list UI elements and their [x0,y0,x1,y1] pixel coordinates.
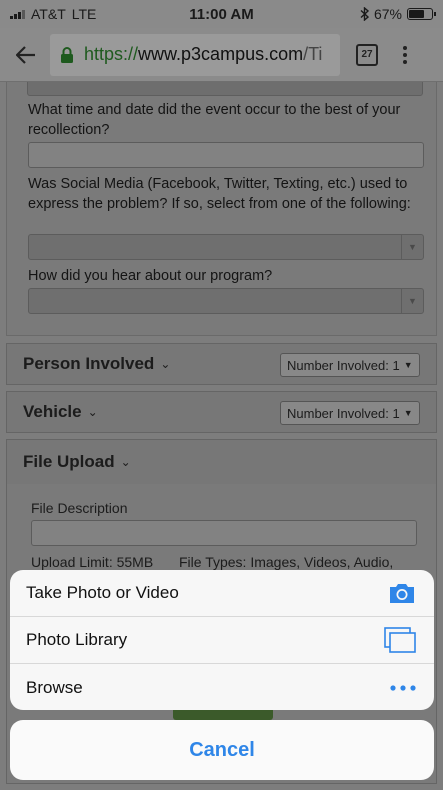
network-label: LTE [71,6,97,22]
count-label: Number Involved: 1 [287,405,400,421]
option-label: Browse [26,677,83,697]
hear-about-question: How did you hear about our program? [28,268,273,284]
vehicle-count-select[interactable]: Number Involved: 1 ▼ [280,401,420,425]
file-description-label: File Description [31,500,128,516]
option-label: Photo Library [26,630,128,649]
signal-icon [10,9,25,19]
chevron-down-icon: ⌄ [87,405,98,419]
url-scheme: https:// [84,44,139,64]
chevron-down-icon: ▼ [401,289,423,313]
status-bar: AT&T LTE 11:00 AM 67% [0,0,443,28]
hear-about-select[interactable]: ▼ [28,288,424,314]
lock-icon [61,46,73,63]
chevron-down-icon: ▼ [401,235,423,259]
section-person-involved[interactable]: Person Involved ⌄ Number Involved: 1 ▼ [6,343,437,385]
section-vehicle[interactable]: Vehicle ⌄ Number Involved: 1 ▼ [6,391,437,433]
section-title: Person Involved [23,354,155,373]
clock: 11:00 AM [189,5,254,23]
social-media-question: Was Social Media (Facebook, Twitter, Tex… [28,176,411,212]
bluetooth-icon [360,7,369,21]
previous-field[interactable] [27,82,423,96]
back-button[interactable] [10,39,42,71]
browser-toolbar: https:// www.p3campus.com /Ti 27 [0,28,443,82]
more-icon [390,684,416,691]
upload-types: File Types: Images, Videos, Audio, [179,554,394,570]
carrier-info: AT&T LTE [10,6,160,22]
url-host: www.p3campus.com [138,44,304,64]
chevron-down-icon: ⌄ [120,455,131,469]
address-bar[interactable]: https:// www.p3campus.com /Ti [50,33,340,76]
file-description-input[interactable] [31,520,417,546]
camera-icon [390,584,414,603]
chevron-down-icon: ⌄ [160,357,171,371]
cancel-button[interactable]: Cancel [10,720,434,780]
arrow-left-icon [16,45,35,64]
battery-icon [407,8,436,20]
browse-option[interactable]: Browse [10,664,434,710]
incident-form: What time and date did the event occur t… [6,82,437,336]
count-label: Number Involved: 1 [287,357,400,373]
social-media-select[interactable]: ▼ [28,234,424,260]
overflow-menu-icon[interactable] [400,45,410,64]
datetime-input[interactable] [28,142,424,168]
option-label: Take Photo or Video [26,583,179,602]
cancel-label: Cancel [189,738,255,761]
section-file-upload[interactable]: File Upload ⌄ [6,439,437,485]
battery-fill [409,10,424,18]
section-title: Vehicle [23,402,82,421]
battery-percent: 67% [373,6,402,22]
section-title: File Upload [23,452,115,471]
photo-library-option[interactable]: Photo Library [10,617,434,664]
url-path: /Ti [303,44,323,64]
battery-info: 67% [283,6,436,22]
datetime-question: What time and date did the event occur t… [28,102,401,138]
person-count-select[interactable]: Number Involved: 1 ▼ [280,353,420,377]
tab-switcher-button[interactable]: 27 [356,43,378,66]
upload-limit: Upload Limit: 55MB [31,554,154,570]
photo-library-icon [384,627,416,653]
caret-down-icon: ▼ [403,408,413,418]
carrier-label: AT&T [31,6,66,22]
action-sheet: Take Photo or Video Photo Library Browse [10,570,434,710]
caret-down-icon: ▼ [403,360,413,370]
take-photo-option[interactable]: Take Photo or Video [10,570,434,617]
